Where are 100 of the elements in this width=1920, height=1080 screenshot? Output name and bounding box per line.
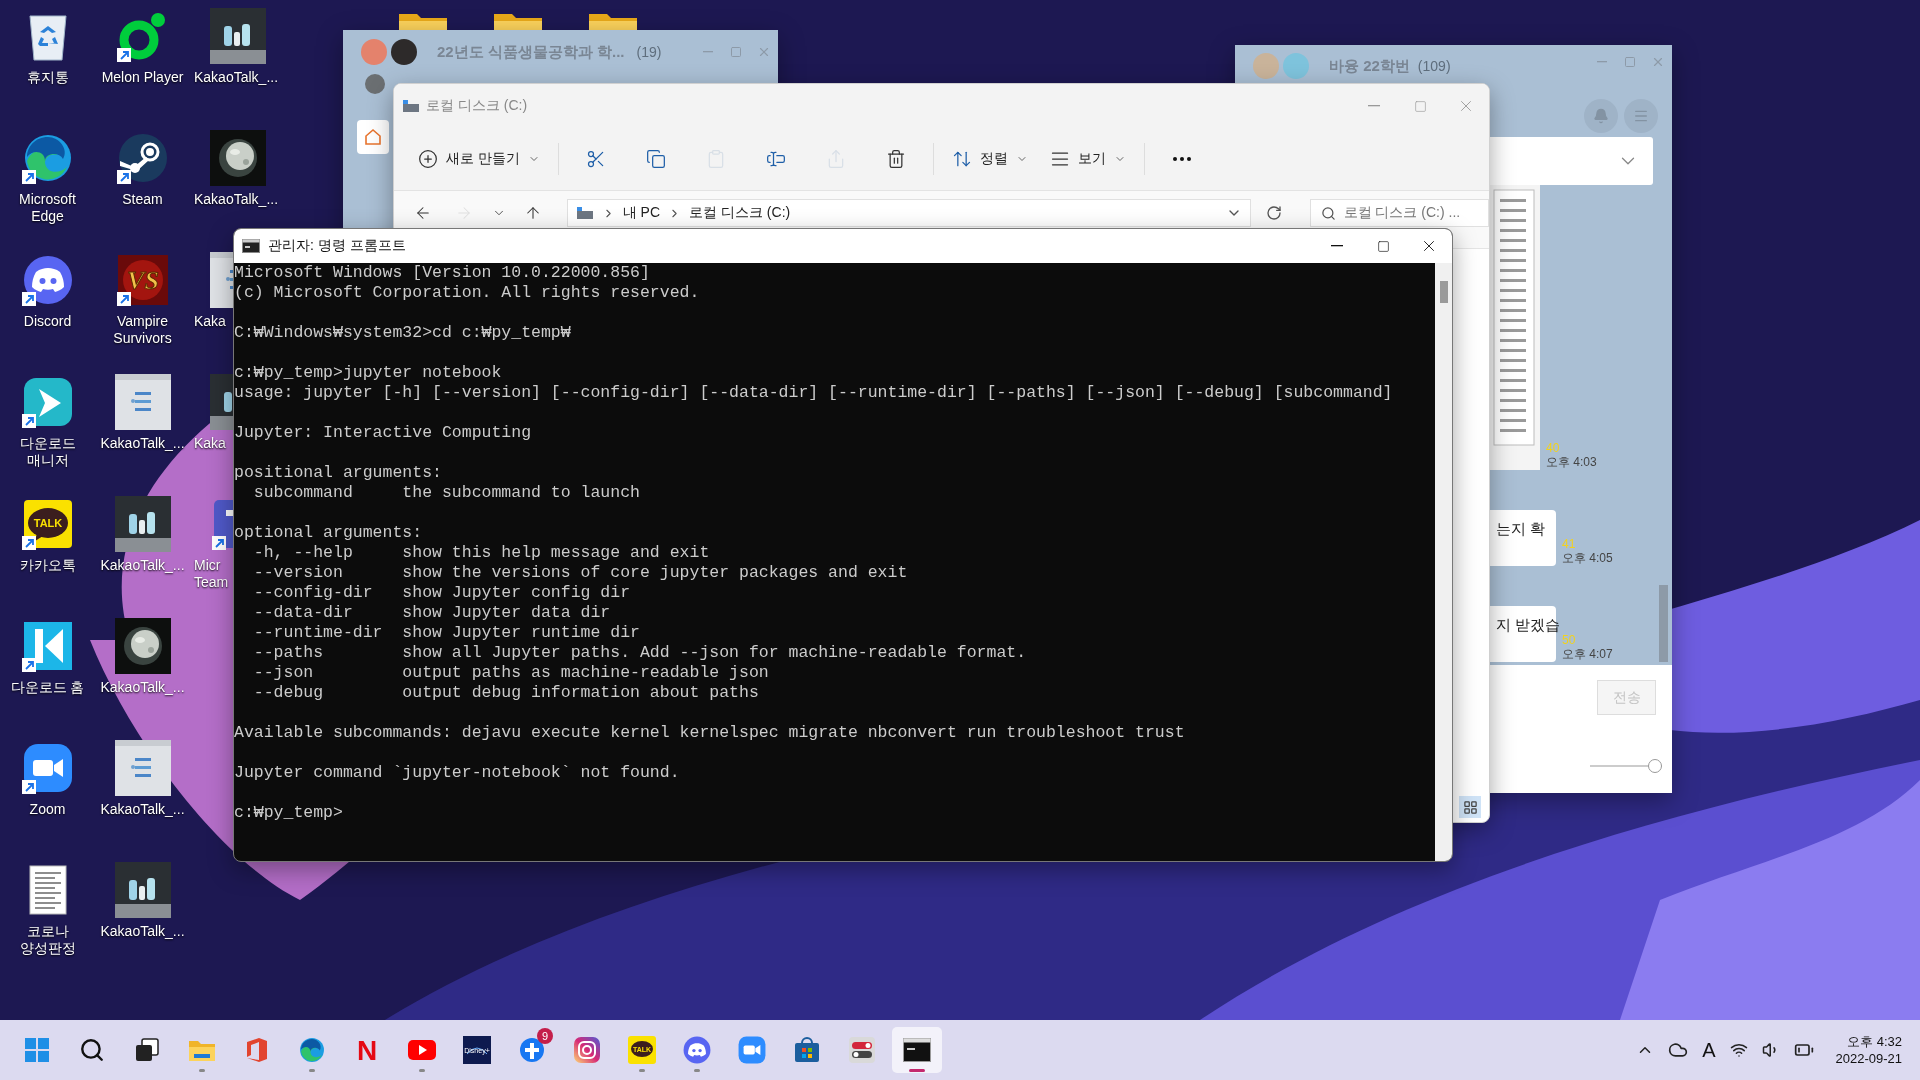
desktop-icon-label[interactable]: Microsoft Edge [19, 191, 76, 225]
unread-count: 40 [1546, 441, 1561, 455]
logo-text: TALK [33, 517, 62, 529]
refresh-icon [1266, 205, 1283, 221]
taskbar-app-button[interactable]: N [342, 1027, 392, 1073]
windows-logo-icon [24, 1037, 50, 1063]
shopping-bag-icon [794, 1037, 820, 1063]
input-method-indicator[interactable]: A [1702, 1038, 1716, 1062]
desktop-icon-label[interactable]: KakaoTalk_... [194, 191, 279, 208]
avatar [1253, 53, 1279, 79]
clock-date: 2022-09-21 [1835, 1050, 1902, 1067]
breadcrumb[interactable]: 내 PC [622, 204, 661, 222]
console-icon [242, 239, 260, 253]
desktop-icon-label[interactable]: KakaoTalk_... [100, 801, 185, 818]
sort-button[interactable]: 정렬 [945, 139, 1034, 179]
member-count: (19) [636, 44, 662, 60]
house-check-button[interactable] [357, 120, 389, 154]
app-logo-icon [22, 621, 73, 671]
unread-count: 50 [1562, 633, 1577, 647]
bell-icon [1593, 108, 1609, 124]
minimize-icon [703, 51, 713, 53]
console-icon [903, 1038, 931, 1062]
desktop-icon-label[interactable]: Kaka [194, 313, 226, 330]
message-time: 오후 4:03 [1546, 455, 1597, 470]
minimize-icon [1597, 61, 1607, 63]
taskbar-app-button[interactable] [892, 1027, 942, 1073]
notification-button[interactable] [1584, 99, 1618, 133]
breadcrumb[interactable]: 로컬 디스크 (C:) [689, 204, 791, 222]
desktop-icon-label[interactable]: Melon Player [101, 69, 184, 86]
avatar [365, 74, 385, 94]
console-line: --json output paths as machine-readable json [252, 663, 770, 683]
clock[interactable]: 오후 4:32 2022-09-21 [1835, 1033, 1902, 1067]
desktop-icon-label[interactable]: 코로나 양성판정 [19, 923, 76, 957]
scrollbar-thumb[interactable] [1659, 585, 1668, 662]
game-controller-logo-icon [683, 1036, 711, 1064]
drive-icon [402, 99, 420, 113]
close-icon [1651, 55, 1665, 69]
close-icon [757, 45, 771, 59]
clock-time: 오후 4:32 [1847, 1033, 1902, 1050]
toggle-switch-icon [849, 1037, 875, 1063]
menu-button[interactable] [1624, 99, 1658, 133]
scrollbar-thumb[interactable] [1439, 281, 1448, 303]
desktop-icon-label[interactable]: Zoom [29, 801, 66, 818]
console-line: --paths show all Jupyter paths. Add --json for machine-readable format. [252, 643, 1028, 663]
desktop-icon-label[interactable]: 휴지통 [26, 69, 69, 86]
console-line: positional arguments: [234, 463, 443, 483]
camera-logo-icon [574, 1037, 600, 1063]
notification-badge: 9 [537, 1028, 553, 1044]
desktop-icon-label[interactable]: Discord [23, 313, 72, 330]
message-time: 오후 4:07 [1562, 647, 1613, 662]
console-line: --config-dir show Jupyter config dir [252, 583, 632, 603]
address-bar[interactable]: 내 PC 로컬 디스크 (C:) [566, 199, 1251, 227]
office-logo-icon [245, 1037, 269, 1063]
logo-text: VS [126, 266, 159, 295]
desktop-icon-label[interactable]: 카카오톡 [19, 557, 76, 574]
desktop-icon-label[interactable]: KakaoTalk_... [100, 923, 185, 940]
desktop-icon-label[interactable]: KakaoTalk_... [194, 69, 279, 86]
cloud-icon[interactable] [1668, 1040, 1689, 1060]
desktop-icon-label[interactable]: KakaoTalk_... [100, 435, 185, 452]
console-line: --runtime-dir show Jupyter runtime dir [252, 623, 641, 643]
console-line: Jupyter: Interactive Computing [234, 423, 533, 443]
console-line: Available subcommands: dejavu execute kernel kernelspec migrate nbconvert run troubleshoot trust [234, 723, 1186, 743]
desktop-icon-label[interactable]: Micr Team [194, 557, 229, 591]
slider-thumb[interactable] [1648, 759, 1662, 773]
console-line: c:₩py_temp>jupyter notebook [234, 363, 503, 383]
document-icon [27, 864, 68, 916]
search-icon [1320, 205, 1336, 221]
play-logo-icon [408, 1040, 436, 1060]
drive-icon [575, 206, 594, 220]
console-line: --version show the versions of core jupyter packages and exit [252, 563, 909, 583]
member-count: (109) [1417, 58, 1451, 74]
console-line: Jupyter command `jupyter-notebook` not found. [234, 763, 681, 783]
minimize-icon [1331, 245, 1343, 247]
desktop-icon-label[interactable]: Vampire Survivors [113, 313, 172, 347]
console-line: --debug output debug information about paths [252, 683, 760, 703]
menu-icon [1633, 108, 1649, 124]
console-line: (c) Microsoft Corporation. All rights reserved. [234, 283, 701, 303]
avatar [391, 39, 417, 65]
window-title: 관리자: 명령 프롬프트 [268, 237, 406, 255]
wifi-icon[interactable] [1729, 1041, 1748, 1059]
console-line: usage: jupyter [-h] [--version] [--config-dir] [--data-dir] [--runtime-dir] [--paths] [--json] [--debug] [subcommand] [234, 383, 1394, 403]
grid-icon [1462, 799, 1478, 815]
search-field[interactable]: 로컬 디스크 (C:) ... [1309, 199, 1489, 227]
tiles-view-button[interactable] [1459, 796, 1481, 818]
desktop-icon-label[interactable]: 다운로드 매니저 [19, 435, 76, 469]
chat-title: 바융 22학번 [1329, 57, 1410, 76]
task-view-icon [134, 1037, 160, 1063]
logo-text: N [356, 1036, 378, 1064]
console-line: Microsoft Windows [Version 10.0.22000.856] [234, 263, 651, 283]
maximize-icon [1624, 56, 1636, 68]
unread-count: 41 [1562, 537, 1577, 551]
view-button[interactable]: 보기 [1043, 139, 1132, 179]
desktop-icon-label[interactable]: Steam [122, 191, 163, 208]
game-controller-logo-icon [22, 255, 73, 305]
new-button[interactable]: 새로 만들기 [412, 139, 546, 179]
message-time: 오후 4:05 [1562, 551, 1613, 566]
maximize-icon [1413, 99, 1427, 113]
console-line: c:₩py_temp> [234, 803, 344, 823]
taskbar-app-button[interactable]: 9 [507, 1027, 557, 1073]
desktop-icon-label[interactable]: 다운로드 홈 [10, 679, 85, 696]
